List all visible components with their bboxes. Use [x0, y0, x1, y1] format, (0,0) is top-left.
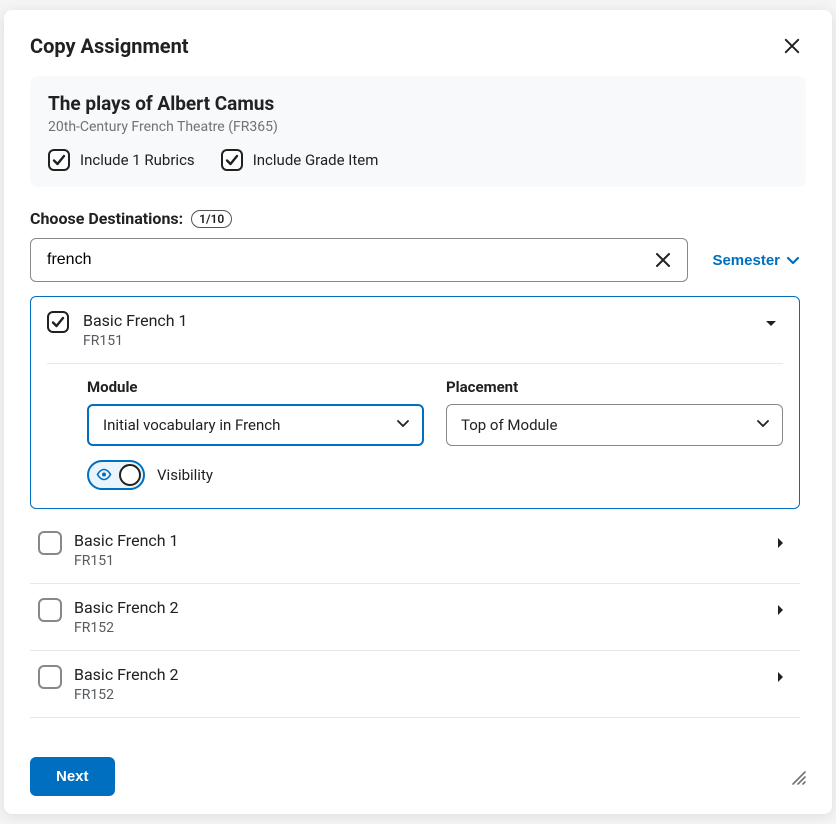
- include-options-row: Include 1 Rubrics Include Grade Item: [48, 149, 788, 171]
- include-rubrics-option[interactable]: Include 1 Rubrics: [48, 149, 195, 171]
- destination-item[interactable]: Basic French 1 FR151: [30, 517, 800, 584]
- chevron-down-icon: [396, 416, 410, 430]
- include-rubrics-checkbox[interactable]: [48, 149, 70, 171]
- resize-handle[interactable]: [790, 769, 806, 785]
- destination-code: FR152: [74, 687, 768, 703]
- search-input[interactable]: [45, 250, 649, 270]
- expand-button[interactable]: [768, 598, 792, 616]
- destination-item-partial: [30, 718, 800, 732]
- expand-button[interactable]: [768, 531, 792, 549]
- module-select[interactable]: Initial vocabulary in French: [87, 404, 424, 446]
- visibility-toggle[interactable]: [87, 460, 145, 490]
- module-label: Module: [87, 378, 424, 396]
- placement-select[interactable]: Top of Module: [446, 404, 783, 446]
- destination-checkbox[interactable]: [38, 598, 62, 622]
- destination-item-expanded: Basic French 1 FR151 Module Initial voca…: [30, 296, 800, 509]
- destination-checkbox[interactable]: [38, 531, 62, 555]
- destination-code: FR151: [74, 553, 768, 569]
- visibility-row: Visibility: [87, 460, 783, 490]
- destination-name: Basic French 1: [74, 531, 768, 550]
- placement-value: Top of Module: [461, 416, 557, 434]
- search-row: Semester: [30, 238, 806, 282]
- dialog-title: Copy Assignment: [30, 34, 189, 58]
- semester-label: Semester: [712, 252, 780, 269]
- source-assignment-card: The plays of Albert Camus 20th-Century F…: [30, 76, 806, 187]
- destination-item[interactable]: Basic French 2 FR152: [30, 651, 800, 718]
- destination-info: Basic French 2 FR152: [74, 598, 768, 636]
- destination-checkbox[interactable]: [47, 311, 69, 333]
- include-grade-checkbox[interactable]: [221, 149, 243, 171]
- destination-checkbox[interactable]: [38, 665, 62, 689]
- destinations-label: Choose Destinations:: [30, 209, 183, 228]
- caret-right-icon: [775, 604, 785, 616]
- destinations-count-badge: 1/10: [191, 210, 232, 228]
- resize-icon: [790, 769, 806, 785]
- checkmark-icon: [52, 153, 66, 167]
- chevron-down-icon: [756, 416, 770, 430]
- destination-code: FR151: [83, 333, 759, 349]
- clear-search-button[interactable]: [649, 246, 677, 274]
- destinations-header: Choose Destinations: 1/10: [30, 209, 806, 228]
- close-icon: [784, 37, 800, 55]
- dialog-footer: Next: [30, 741, 806, 796]
- destination-detail: Module Initial vocabulary in French Plac…: [47, 364, 783, 490]
- checkmark-icon: [225, 153, 239, 167]
- include-rubrics-label: Include 1 Rubrics: [80, 151, 195, 169]
- destination-code: FR152: [74, 620, 768, 636]
- toggle-knob: [119, 464, 141, 486]
- visibility-label: Visibility: [157, 466, 213, 484]
- module-value: Initial vocabulary in French: [103, 416, 280, 434]
- dialog-header: Copy Assignment: [30, 32, 806, 60]
- destinations-list[interactable]: Basic French 1 FR151 Module Initial voca…: [30, 296, 806, 741]
- destination-info: Basic French 2 FR152: [74, 665, 768, 703]
- search-box[interactable]: [30, 238, 688, 282]
- checkmark-icon: [51, 315, 65, 329]
- eye-icon: [96, 469, 112, 481]
- destination-row[interactable]: Basic French 1 FR151: [47, 311, 783, 364]
- source-title: The plays of Albert Camus: [48, 92, 788, 115]
- close-icon: [655, 252, 671, 268]
- next-button[interactable]: Next: [30, 757, 115, 796]
- destination-name: Basic French 1: [83, 311, 759, 330]
- chevron-down-icon: [786, 253, 800, 267]
- copy-assignment-dialog: Copy Assignment The plays of Albert Camu…: [4, 10, 832, 814]
- close-button[interactable]: [778, 32, 806, 60]
- expand-button[interactable]: [768, 665, 792, 683]
- source-subtitle: 20th-Century French Theatre (FR365): [48, 119, 788, 135]
- caret-right-icon: [775, 537, 785, 549]
- include-grade-option[interactable]: Include Grade Item: [221, 149, 379, 171]
- placement-label: Placement: [446, 378, 783, 396]
- include-grade-label: Include Grade Item: [253, 151, 379, 169]
- destination-name: Basic French 2: [74, 665, 768, 684]
- semester-filter-button[interactable]: Semester: [706, 251, 806, 270]
- collapse-button[interactable]: [759, 311, 783, 329]
- destination-item[interactable]: Basic French 2 FR152: [30, 584, 800, 651]
- destination-name: Basic French 2: [74, 598, 768, 617]
- destination-info: Basic French 1 FR151: [74, 531, 768, 569]
- destination-info: Basic French 1 FR151: [83, 311, 759, 349]
- caret-right-icon: [775, 671, 785, 683]
- caret-down-icon: [765, 317, 777, 329]
